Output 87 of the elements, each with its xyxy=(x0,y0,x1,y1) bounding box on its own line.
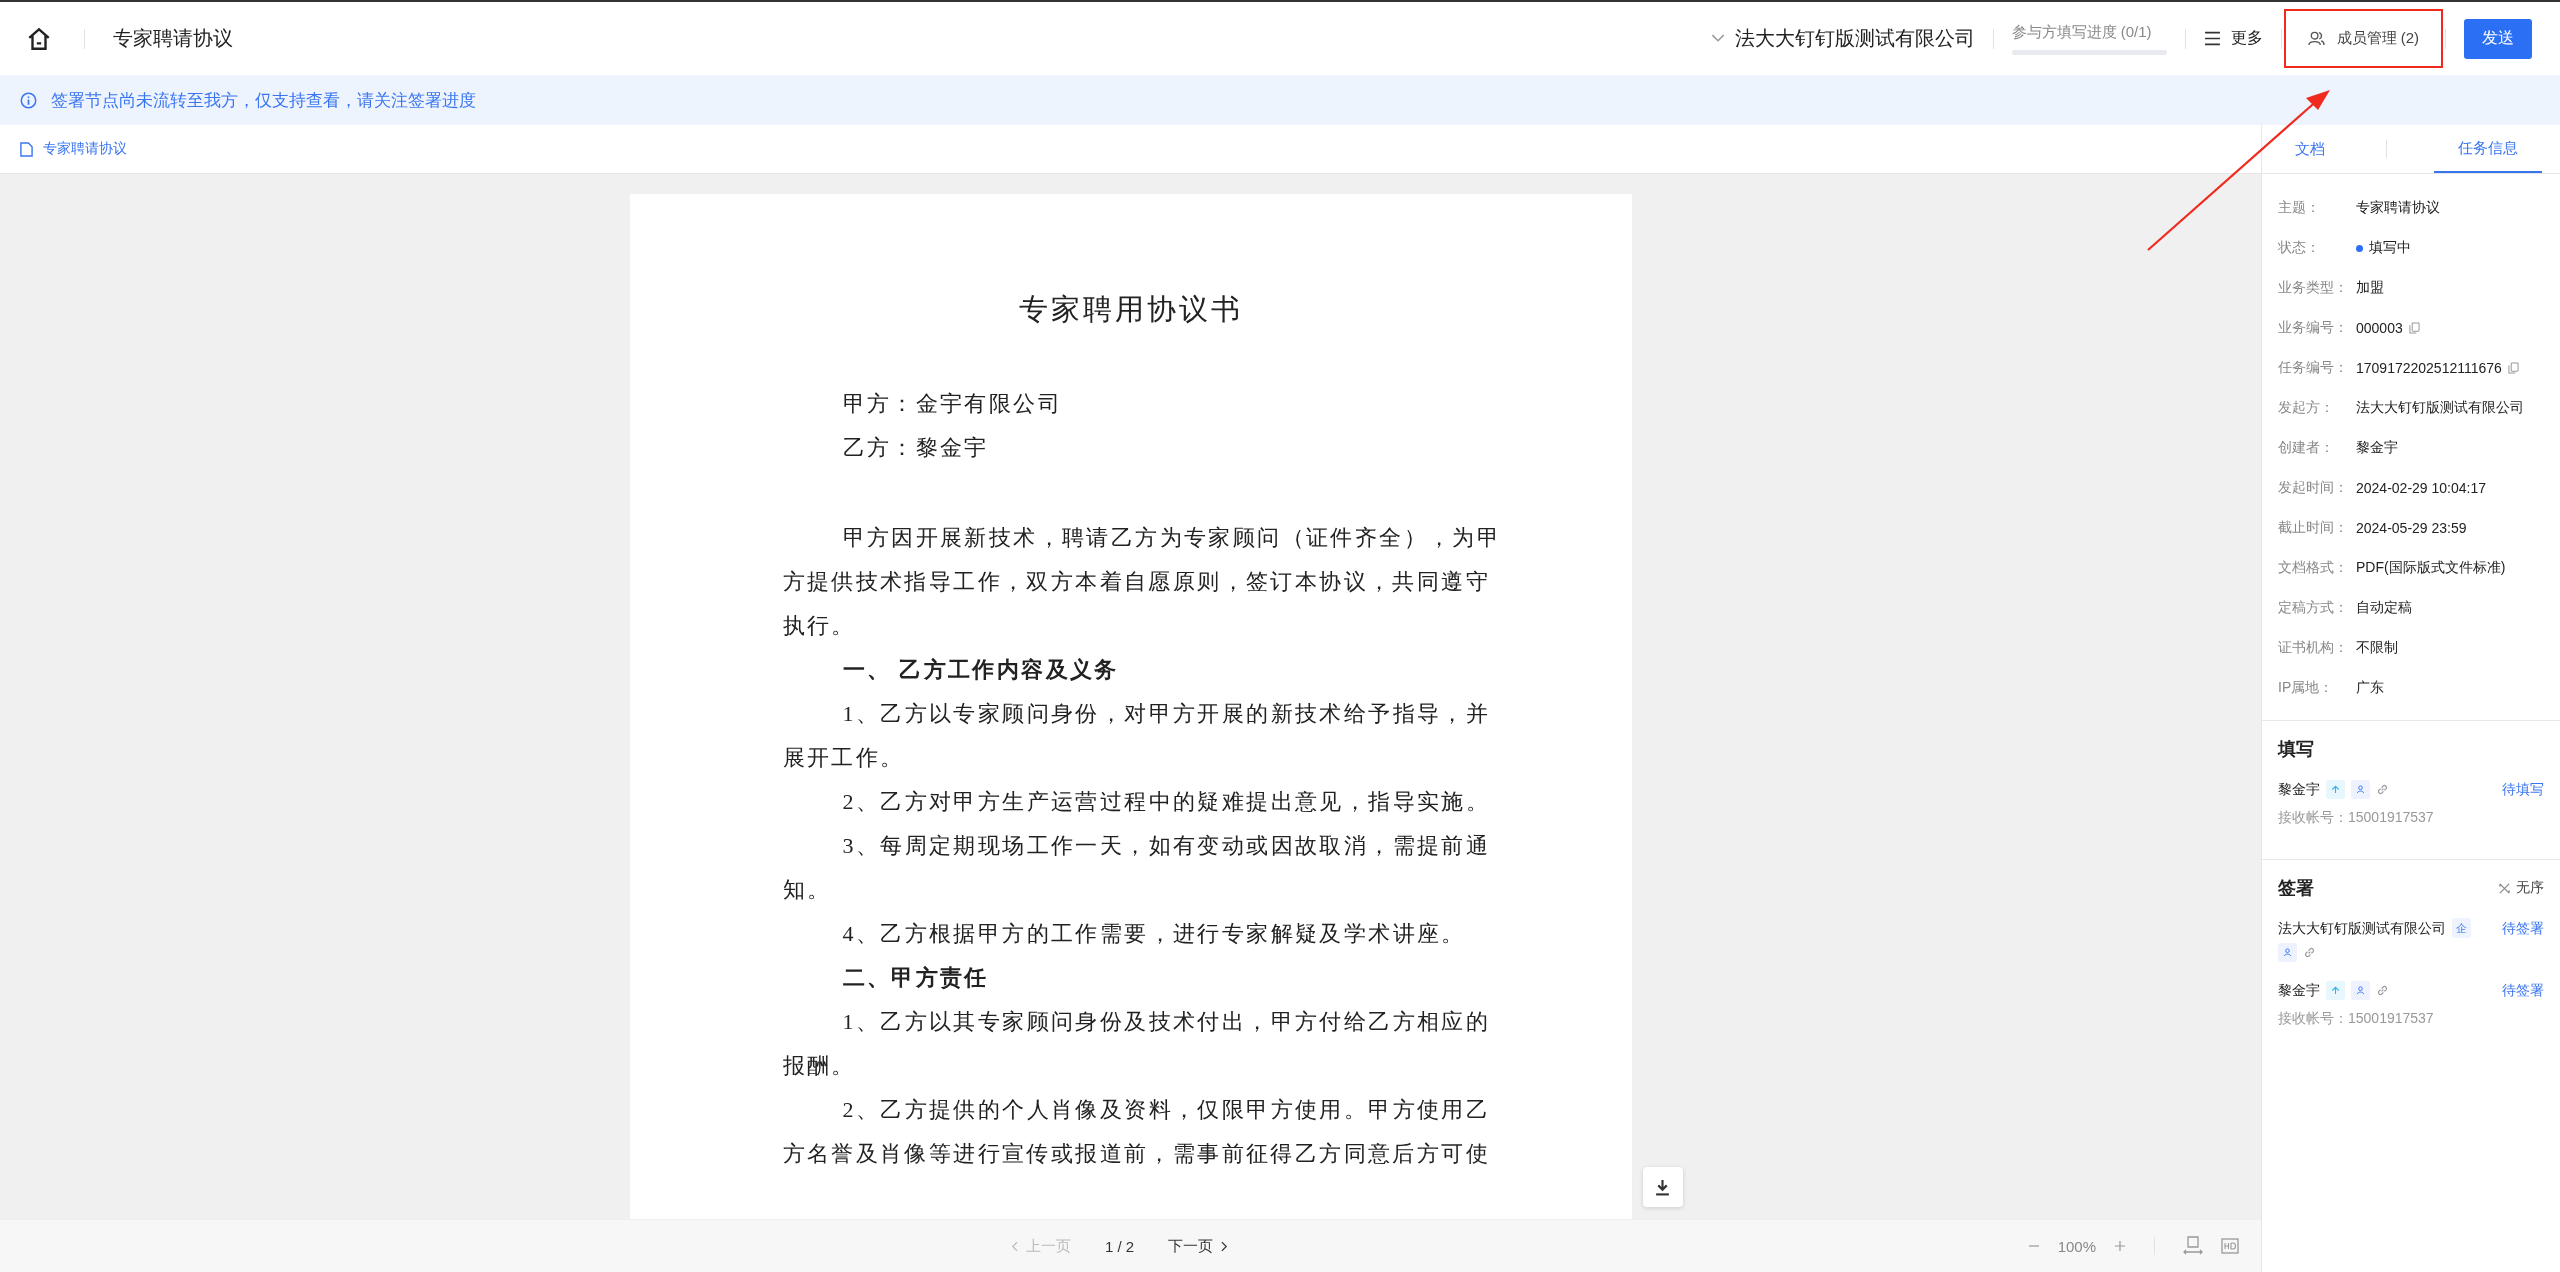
home-icon[interactable] xyxy=(26,25,52,52)
send-button[interactable]: 发送 xyxy=(2464,18,2532,59)
section-title: 签署 xyxy=(2278,877,2314,900)
zoom-in-icon[interactable] xyxy=(2114,1240,2126,1252)
link-icon[interactable] xyxy=(2376,983,2389,997)
participant-name: 黎金宇 xyxy=(2278,780,2320,799)
document-tab[interactable]: 专家聘请协议 xyxy=(20,140,127,158)
next-page-button[interactable]: 下一页 xyxy=(1168,1236,1229,1256)
section-heading: 一、 乙方工作内容及义务 xyxy=(841,656,1120,684)
link-icon[interactable] xyxy=(2376,782,2389,796)
member-management-button[interactable]: 成员管理 (2) xyxy=(2299,21,2427,56)
info-value: 广东 xyxy=(2356,679,2384,697)
info-label: 任务编号： xyxy=(2278,359,2349,377)
order-label: 无序 xyxy=(2516,879,2544,897)
menu-icon xyxy=(2203,31,2221,46)
copy-icon[interactable] xyxy=(2507,362,2519,374)
progress-label: 参与方填写进度 (0/1) xyxy=(2011,22,2153,42)
account-text: 接收帐号：15001917537 xyxy=(2278,809,2435,827)
info-label: 发起方： xyxy=(2278,399,2335,417)
party-line: 乙方：黎金宇 xyxy=(841,434,990,462)
info-label: 主题： xyxy=(2278,199,2321,217)
company-name[interactable]: 法大大钉钉版测试有限公司 xyxy=(1734,25,1975,52)
info-value: 黎金宇 xyxy=(2356,439,2398,457)
info-label: 状态： xyxy=(2278,239,2321,257)
info-label: 定稿方式： xyxy=(2278,599,2349,617)
clause-paragraph: 1、乙方以专家顾问身份，对甲方开展的新技术给予指导，并展开工作。 xyxy=(782,700,1492,772)
info-value: 填写中 xyxy=(2369,239,2411,257)
participant-name: 法大大钉钉版测试有限公司 xyxy=(2278,919,2446,938)
copy-icon[interactable] xyxy=(2408,322,2420,334)
info-label: 文档格式： xyxy=(2278,559,2349,577)
info-label: 业务编号： xyxy=(2278,319,2349,337)
party-line: 甲方：金宇有限公司 xyxy=(841,390,1064,418)
arrow-up-icon xyxy=(2326,980,2345,1000)
info-label: 业务类型： xyxy=(2278,279,2349,297)
zoom-level: 100% xyxy=(2057,1237,2096,1255)
download-button[interactable] xyxy=(1642,1167,1683,1207)
info-value: 自动定稿 xyxy=(2356,599,2412,617)
info-value: 000003 xyxy=(2356,320,2403,336)
chevron-down-icon[interactable] xyxy=(1710,34,1725,43)
person-icon xyxy=(2278,943,2297,962)
chevron-right-icon xyxy=(1221,1240,1229,1252)
participant-status: 待填写 xyxy=(2502,780,2544,799)
info-label: 创建者： xyxy=(2278,439,2335,457)
more-button[interactable]: 更多 xyxy=(2203,28,2263,49)
enterprise-tag: 企 xyxy=(2452,918,2471,938)
info-value: 法大大钉钉版测试有限公司 xyxy=(2356,399,2524,417)
participant-name: 黎金宇 xyxy=(2278,981,2320,1000)
info-value: 加盟 xyxy=(2356,279,2384,297)
document-heading: 专家聘用协议书 xyxy=(1017,292,1244,327)
info-value: 2024-02-29 10:04:17 xyxy=(2356,480,2486,496)
arrow-up-icon xyxy=(2326,779,2345,799)
person-icon xyxy=(2351,980,2370,1000)
chevron-left-icon xyxy=(1010,1240,1018,1252)
person-icon xyxy=(2351,779,2370,799)
info-label: 证书机构： xyxy=(2278,639,2349,657)
document-title: 专家聘请协议 xyxy=(113,26,233,51)
panel-tab[interactable]: 文档 xyxy=(2280,125,2339,173)
participant-status: 待签署 xyxy=(2502,919,2544,938)
shuffle-icon xyxy=(2499,882,2510,894)
clause-paragraph: 2、乙方对甲方生产运营过程中的疑难提出意见，指导实施。 xyxy=(841,788,1492,816)
info-label: 截止时间： xyxy=(2278,519,2349,537)
hd-icon[interactable] xyxy=(2221,1238,2239,1254)
clause-paragraph: 2、乙方提供的个人肖像及资料，仅限甲方使用。甲方使用乙方名誉及肖像等进行宣传或报道前，需事前征得乙方同意后方可使 xyxy=(782,1096,1492,1168)
info-icon xyxy=(20,91,37,109)
users-icon xyxy=(2307,30,2325,47)
info-value: 专家聘请协议 xyxy=(2356,199,2440,217)
fit-width-icon[interactable] xyxy=(2183,1236,2203,1256)
download-icon xyxy=(1654,1178,1671,1196)
section-title: 填写 xyxy=(2278,738,2314,761)
info-value: PDF(国际版式文件标准) xyxy=(2356,559,2506,577)
panel-tab[interactable]: 任务信息 xyxy=(2433,125,2542,173)
clause-paragraph: 4、乙方根据甲方的工作需要，进行专家解疑及学术讲座。 xyxy=(841,920,1467,948)
section-heading: 二、甲方责任 xyxy=(841,964,990,992)
notice-text: 签署节点尚未流转至我方，仅支持查看，请关注签署进度 xyxy=(51,89,476,112)
info-value: 2024-05-29 23:59 xyxy=(2356,520,2467,536)
info-label: 发起时间： xyxy=(2278,479,2349,497)
info-label: IP属地： xyxy=(2278,679,2335,697)
clause-paragraph: 1、乙方以其专家顾问身份及技术付出，甲方付给乙方相应的报酬。 xyxy=(782,1008,1492,1080)
participant-status: 待签署 xyxy=(2502,981,2544,1000)
account-text: 接收帐号：15001917537 xyxy=(2278,1010,2435,1028)
info-value: 不限制 xyxy=(2356,639,2398,657)
page-indicator: 1 / 2 xyxy=(1104,1237,1135,1255)
info-value: 1709172202512111676 xyxy=(2356,360,2502,376)
clause-paragraph: 甲方因开展新技术，聘请乙方为专家顾问（证件齐全），为甲方提供技术指导工作，双方本着自愿原则，签订本协议，共同遵守执行。 xyxy=(782,524,1503,640)
clause-paragraph: 3、每周定期现场工作一天，如有变动或因故取消，需提前通知。 xyxy=(782,832,1492,904)
file-icon xyxy=(20,141,33,157)
link-icon[interactable] xyxy=(2303,946,2316,959)
